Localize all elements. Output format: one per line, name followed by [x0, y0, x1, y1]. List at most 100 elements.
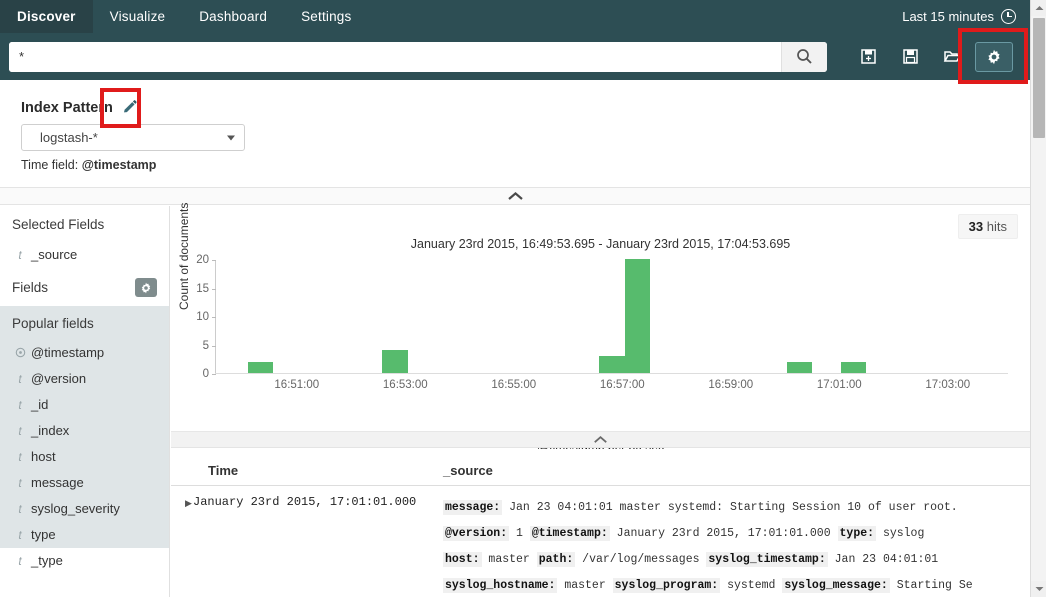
sidebar-field-_type[interactable]: t _type: [0, 548, 169, 574]
expand-row-button[interactable]: ▶: [171, 495, 193, 597]
sidebar-field-label: @version: [31, 371, 87, 386]
search-input[interactable]: [9, 41, 781, 72]
source-line: host: master path: /var/log/messages sys…: [443, 547, 1030, 573]
new-search-button[interactable]: [849, 42, 887, 72]
scrollbar-thumb[interactable]: [1033, 18, 1045, 138]
source-field-value: systemd: [727, 579, 776, 592]
y-axis-tick-mark: [212, 288, 216, 290]
search-submit-button[interactable]: [781, 41, 827, 72]
chart-plot-area[interactable]: 0 5 10 15 20 16:51:00 16:53:00 16:55:00 16:57:00…: [196, 254, 1008, 391]
x-axis-tick: 17:01:00: [816, 379, 862, 391]
query-bar: [0, 33, 1030, 80]
sidebar-field-label: _id: [31, 397, 49, 412]
popular-fields-group: Popular fields @timestamp t @version t _…: [0, 306, 169, 548]
hits-count: 33: [968, 219, 984, 234]
sidebar-field-syslog-severity[interactable]: t syslog_severity: [0, 496, 169, 522]
scroll-up-arrow-icon[interactable]: [1031, 0, 1046, 16]
nav-tab-visualize[interactable]: Visualize: [93, 0, 183, 33]
index-pattern-title-row: Index Pattern: [0, 80, 1030, 116]
string-type-icon: t: [18, 449, 22, 464]
column-header-time[interactable]: Time: [171, 463, 443, 478]
source-field-value: 1: [516, 527, 523, 540]
sidebar-field-label: host: [31, 449, 56, 464]
floppy-disk-icon: [902, 49, 918, 64]
y-axis-tick-mark: [212, 260, 216, 261]
settings-button[interactable]: [975, 41, 1013, 72]
selected-fields-header: Selected Fields: [12, 217, 105, 232]
popular-fields-header: Popular fields: [12, 316, 94, 331]
sidebar-field-timestamp[interactable]: @timestamp: [0, 340, 169, 366]
sidebar-field-label: @timestamp: [31, 345, 105, 360]
sidebar-field-label: _type: [31, 553, 63, 568]
y-axis-tick: 15: [196, 282, 209, 295]
row-source-value: message: Jan 23 04:01:01 master systemd:…: [443, 495, 1030, 597]
column-header-source[interactable]: _source: [443, 463, 1030, 478]
pencil-icon: [123, 100, 137, 113]
index-pattern-select[interactable]: logstash-*: [21, 124, 245, 151]
search-field-group: [9, 41, 827, 72]
nav-tab-discover[interactable]: Discover: [0, 0, 93, 33]
histogram-bar[interactable]: [840, 361, 867, 373]
histogram-bar[interactable]: [382, 350, 408, 373]
table-row: ▶ January 23rd 2015, 17:01:01.000 messag…: [171, 486, 1030, 597]
y-axis-tick: 5: [202, 339, 209, 352]
top-navbar: Discover Visualize Dashboard Settings La…: [0, 0, 1030, 33]
open-search-button[interactable]: [933, 42, 971, 72]
clock-icon: [1001, 9, 1016, 24]
x-axis-tick: 16:55:00: [491, 379, 537, 391]
string-type-icon: t: [18, 501, 22, 516]
nav-tab-dashboard[interactable]: Dashboard: [182, 0, 284, 33]
time-picker[interactable]: Last 15 minutes: [902, 0, 1030, 33]
histogram-bar[interactable]: [624, 259, 651, 373]
sidebar-field-index[interactable]: t _index: [0, 418, 169, 444]
source-field-value: master: [488, 553, 530, 566]
histogram-bar[interactable]: [599, 355, 625, 373]
y-axis-tick-mark: [212, 374, 216, 375]
sidebar-field-label: _index: [31, 423, 70, 438]
y-axis-tick-mark: [212, 317, 216, 318]
collapse-index-pattern-toggle[interactable]: [0, 188, 1030, 205]
source-line: @version: 1 @timestamp: January 23rd 201…: [443, 521, 1030, 547]
source-field-value: January 23rd 2015, 17:01:01.000: [616, 527, 831, 540]
sidebar-field-type[interactable]: t type: [0, 522, 169, 548]
index-pattern-panel: Index Pattern logstash-* Time field: @ti…: [0, 80, 1030, 188]
sidebar-field-label: syslog_severity: [31, 501, 120, 516]
chart-canvas: Count of documents 0 5 10 15 20 16:51:00 16:53…: [171, 203, 1030, 408]
source-field-value: /var/log/messages: [582, 553, 700, 566]
chevron-up-icon: [507, 191, 523, 200]
sidebar-field-label: message: [31, 475, 84, 490]
table-header-row: Time _source: [171, 449, 1030, 486]
time-field-row: Time field: @timestamp: [21, 158, 1030, 172]
sidebar-field-message[interactable]: t message: [0, 470, 169, 496]
save-search-button[interactable]: [891, 42, 929, 72]
page-scrollbar[interactable]: [1030, 0, 1046, 597]
source-field-key: @timestamp:: [529, 526, 610, 541]
sidebar-field-version[interactable]: t @version: [0, 366, 169, 392]
collapse-histogram-toggle[interactable]: [171, 431, 1030, 448]
open-folder-icon: [943, 51, 961, 62]
chart-title: January 23rd 2015, 16:49:53.695 - Januar…: [410, 237, 791, 251]
fields-header-label: Fields: [12, 280, 49, 295]
histogram-panel: 33 hits January 23rd 2015, 16:49:53.695 …: [171, 203, 1030, 453]
clock-field-icon: [13, 347, 27, 358]
sidebar-field-host[interactable]: t host: [0, 444, 169, 470]
sidebar-field-label: type: [31, 527, 56, 542]
query-toolbar: [849, 41, 1013, 72]
nav-tabs: Discover Visualize Dashboard Settings: [0, 0, 368, 33]
x-axis-tick: 16:59:00: [708, 379, 754, 391]
time-field-label: Time field:: [21, 158, 79, 172]
nav-tab-settings[interactable]: Settings: [284, 0, 368, 33]
sidebar-field-_source[interactable]: t _source: [0, 242, 169, 268]
source-field-key: type:: [837, 526, 877, 541]
gear-icon: [141, 282, 151, 293]
fields-settings-button[interactable]: [135, 278, 157, 297]
histogram-bar[interactable]: [247, 361, 274, 373]
string-type-icon: t: [18, 475, 22, 490]
sidebar-field-id[interactable]: t _id: [0, 392, 169, 418]
source-field-key: path:: [536, 552, 576, 567]
scroll-down-arrow-icon[interactable]: [1031, 581, 1046, 597]
source-field-value: Jan 23 04:01:01: [834, 553, 939, 566]
edit-index-pattern-button[interactable]: [121, 99, 138, 116]
kibana-discover-app: Discover Visualize Dashboard Settings La…: [0, 0, 1046, 597]
histogram-bar[interactable]: [787, 361, 813, 373]
